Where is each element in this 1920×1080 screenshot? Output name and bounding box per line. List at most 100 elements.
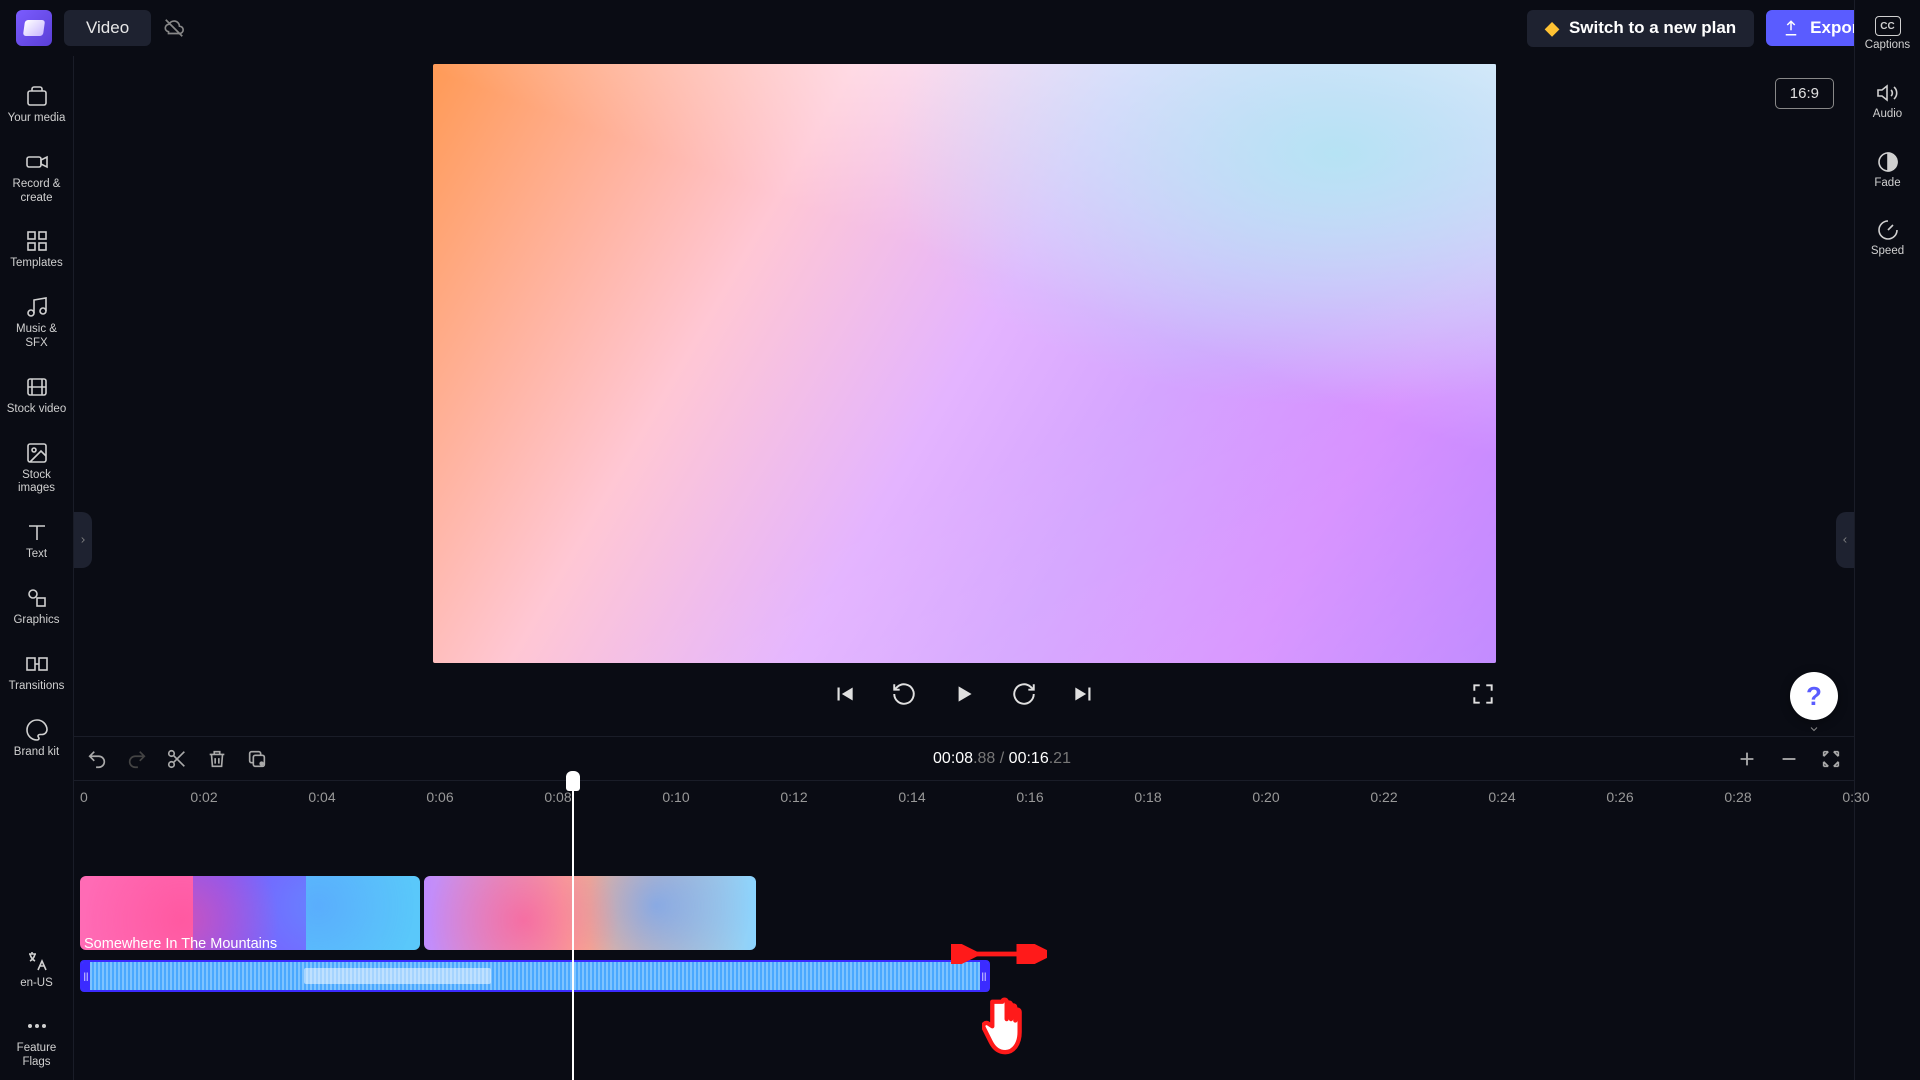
ruler-tick: 0:14 [898,789,925,805]
sidebar-item-stock-video[interactable]: Stock video [0,365,73,427]
ruler-tick: 0:30 [1842,789,1869,805]
sidebar-item-label: Brand kit [14,746,59,760]
aspect-ratio-button[interactable]: 16:9 [1775,78,1834,109]
sidebar-item-language[interactable]: en-US [0,939,73,1001]
app-logo[interactable] [16,10,52,46]
undo-button[interactable] [86,748,108,770]
sidebar-item-label: Captions [1865,39,1910,53]
more-icon [25,1014,49,1038]
left-sidebar: Your media Record & create Templates Mus… [0,56,74,1080]
split-button[interactable] [166,748,188,770]
media-icon [25,84,49,108]
sidebar-item-label: Transitions [9,680,65,694]
sidebar-item-fade[interactable]: Fade [1855,140,1920,201]
sidebar-item-label: Music & SFX [4,323,69,351]
text-icon [25,520,49,544]
project-title-button[interactable]: Video [64,10,151,46]
diamond-icon: ◆ [1545,18,1559,39]
sidebar-item-music-sfx[interactable]: Music & SFX [0,285,73,361]
audio-clip[interactable]: || || [80,960,990,992]
timeline-toolbar: 00:08.88 / 00:16.21 [74,736,1854,780]
sidebar-item-templates[interactable]: Templates [0,219,73,281]
sidebar-item-label: Stock images [4,469,69,497]
sidebar-item-audio[interactable]: Audio [1855,71,1920,132]
switch-plan-button[interactable]: ◆ Switch to a new plan [1527,10,1754,47]
audio-waveform [90,962,980,990]
sidebar-item-label: en-US [20,977,53,991]
cloud-sync-off-icon[interactable] [163,17,185,39]
sidebar-item-label: Stock video [7,403,66,417]
playback-controls [433,681,1496,707]
timecode-display: 00:08.88 / 00:16.21 [933,750,1071,768]
rewind-10-button[interactable] [891,681,917,707]
sidebar-item-graphics[interactable]: Graphics [0,576,73,638]
film-icon [25,375,49,399]
sidebar-item-label: Record & create [4,178,69,206]
play-button[interactable] [951,681,977,707]
ruler-tick: 0:18 [1134,789,1161,805]
sidebar-item-label: Your media [8,112,66,126]
sidebar-item-text[interactable]: Text [0,510,73,572]
sidebar-item-your-media[interactable]: Your media [0,74,73,136]
sidebar-item-label: Speed [1871,245,1904,259]
image-icon [25,441,49,465]
sidebar-item-stock-images[interactable]: Stock images [0,431,73,507]
sidebar-item-label: Fade [1874,177,1900,191]
sidebar-item-transitions[interactable]: Transitions [0,642,73,704]
ruler-tick: 0:02 [190,789,217,805]
fade-icon [1876,150,1900,174]
sidebar-item-brand-kit[interactable]: Brand kit [0,708,73,770]
ruler-tick: 0:10 [662,789,689,805]
sidebar-item-label: Feature Flags [4,1042,69,1070]
captions-icon: CC [1875,16,1901,36]
skip-end-button[interactable] [1071,681,1097,707]
ruler-tick: 0 [80,789,88,805]
video-clip[interactable] [424,876,756,950]
ruler-tick: 0:20 [1252,789,1279,805]
timeline-ruler[interactable]: 00:020:040:060:080:100:120:140:160:180:2… [74,780,1854,814]
video-track [80,876,1848,950]
video-canvas[interactable] [433,64,1496,663]
sidebar-item-speed[interactable]: Speed [1855,208,1920,269]
forward-10-button[interactable] [1011,681,1037,707]
sidebar-item-feature-flags[interactable]: Feature Flags [0,1004,73,1080]
ruler-tick: 0:26 [1606,789,1633,805]
ruler-tick: 0:12 [780,789,807,805]
audio-trim-handle-left[interactable]: || [82,962,90,990]
ruler-tick: 0:24 [1488,789,1515,805]
ruler-tick: 0:08 [544,789,571,805]
audio-trim-handle-right[interactable]: || [980,962,988,990]
templates-icon [25,229,49,253]
globe-translate-icon [25,949,49,973]
fullscreen-button[interactable] [1470,681,1496,707]
shapes-icon [25,586,49,610]
sidebar-item-label: Audio [1873,108,1902,122]
right-sidebar: CC Captions Audio Fade Speed [1854,0,1920,1080]
skip-start-button[interactable] [831,681,857,707]
annotation-resize-arrow [951,944,1047,964]
switch-plan-label: Switch to a new plan [1569,18,1736,38]
duplicate-button[interactable] [246,748,268,770]
sidebar-item-label: Templates [10,257,62,271]
ruler-tick: 0:22 [1370,789,1397,805]
camera-icon [25,150,49,174]
playhead[interactable] [572,780,574,1080]
fit-timeline-button[interactable] [1820,748,1842,770]
help-button[interactable]: ? [1790,672,1838,720]
ruler-tick: 0:06 [426,789,453,805]
sidebar-item-label: Graphics [13,614,59,628]
annotation-hand-cursor [982,996,1040,1068]
preview-zone: 16:9 ? [74,56,1854,736]
redo-button [126,748,148,770]
delete-button[interactable] [206,748,228,770]
sidebar-item-label: Text [26,548,47,562]
music-icon [25,295,49,319]
transitions-icon [25,652,49,676]
zoom-in-button[interactable] [1736,748,1758,770]
zoom-out-button[interactable] [1778,748,1800,770]
help-collapse-icon[interactable] [1806,722,1822,740]
sidebar-item-record-create[interactable]: Record & create [0,140,73,216]
sidebar-item-captions[interactable]: CC Captions [1855,6,1920,63]
ruler-tick: 0:16 [1016,789,1043,805]
speaker-icon [1876,81,1900,105]
